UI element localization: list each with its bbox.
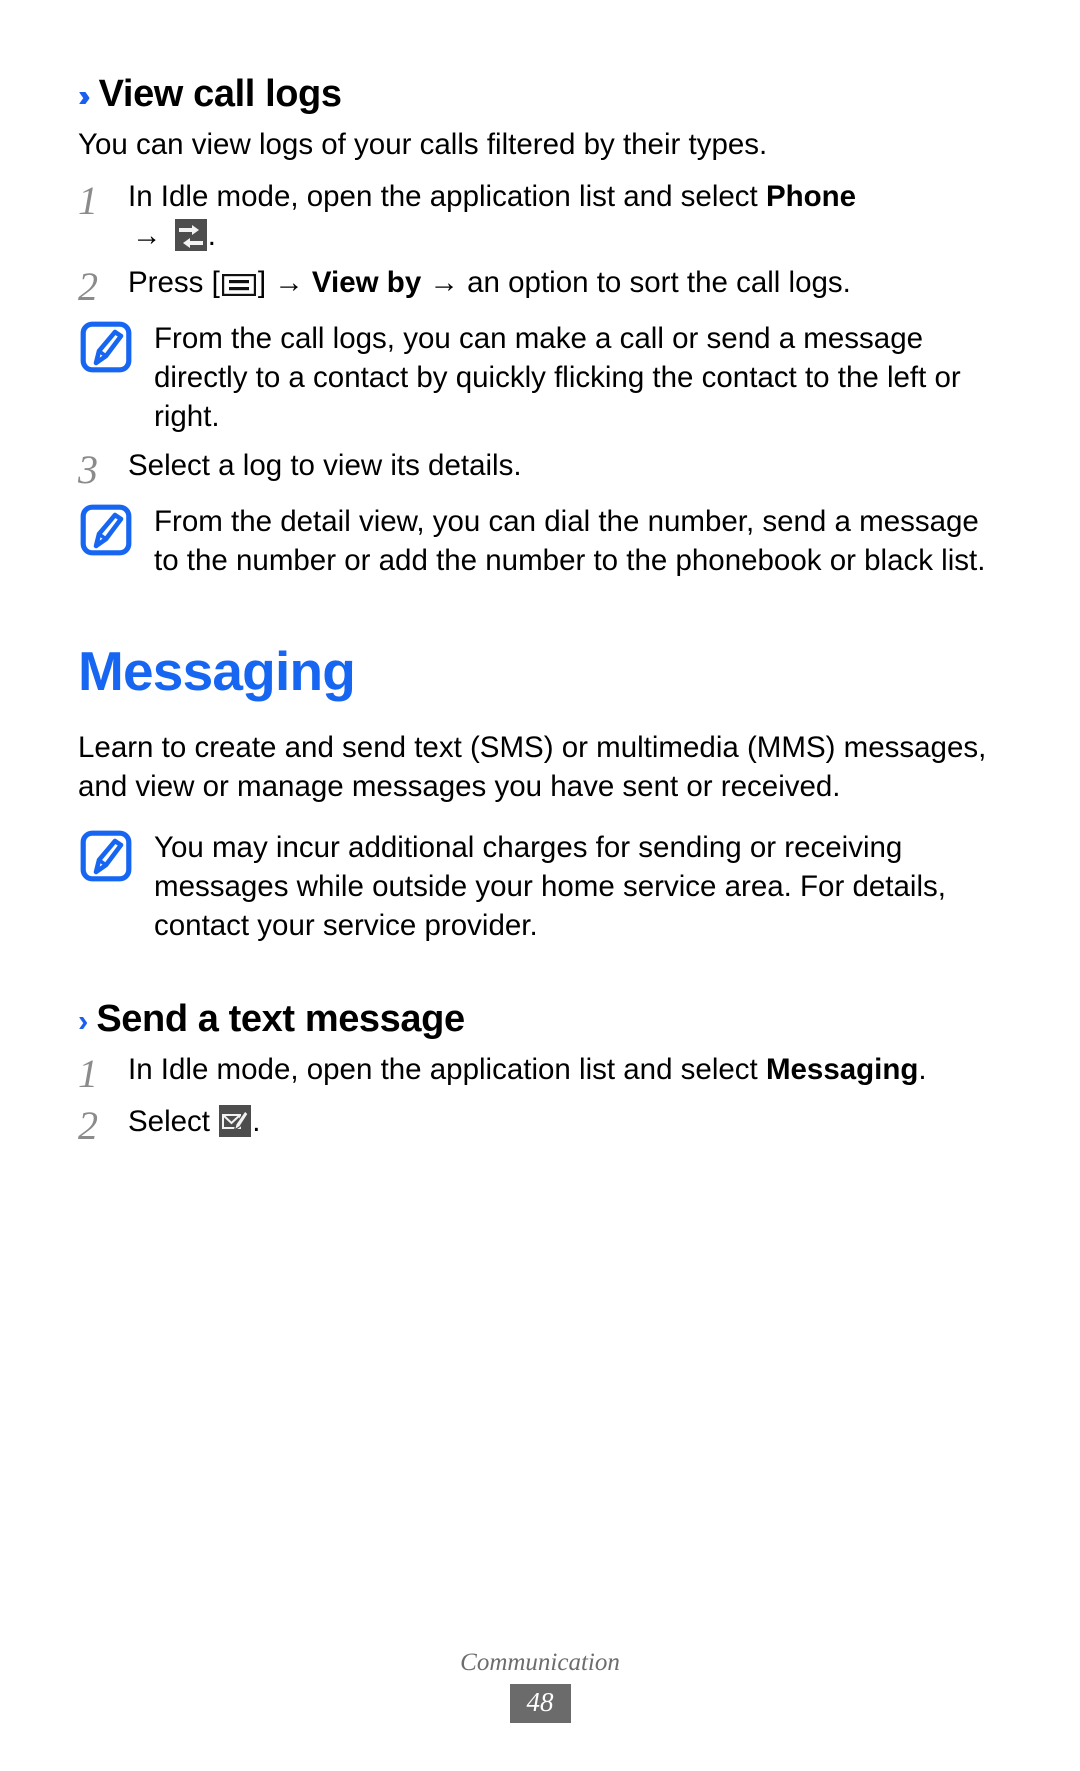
list-item-step-1: 1 In Idle mode, open the application lis… — [78, 1051, 1000, 1095]
step-text-after: . — [207, 219, 216, 253]
note-box: You may incur additional charges for sen… — [78, 827, 1000, 946]
step-text-after: . — [918, 1052, 927, 1086]
step-number: 1 — [78, 178, 98, 224]
step-number: 2 — [78, 264, 98, 310]
step-number: 2 — [78, 1102, 98, 1148]
page-title-messaging: Messaging — [78, 639, 356, 702]
section-heading-label: Send a text message — [96, 997, 465, 1040]
step-text: Select . — [128, 1103, 1000, 1142]
page-number-badge: 48 — [509, 1684, 571, 1723]
step-text: Press [ ] → View by → an option to sort … — [128, 264, 1000, 303]
section-heading-view-call-logs: ›› View call logs — [78, 73, 1000, 116]
menu-key-icon — [221, 268, 257, 297]
note-pen-icon — [80, 504, 132, 556]
section-heading-send-a-text-message: › Send a text message — [78, 998, 1000, 1041]
chevron-double-right-icon: ›› — [78, 78, 90, 113]
step-text: Select a log to view its details. — [128, 449, 522, 483]
note-text: You may incur additional charges for sen… — [154, 830, 946, 942]
footer-chapter-title: Communication — [460, 1649, 620, 1677]
note-box: From the call logs, you can make a call … — [78, 318, 1000, 437]
note-pen-icon — [80, 830, 132, 882]
list-item-step-1: 1 In Idle mode, open the application lis… — [78, 178, 1000, 256]
step-text-after: . — [252, 1104, 261, 1138]
chevron-right-icon: › — [78, 1002, 90, 1038]
step-text-post: → an option to sort the call logs. — [421, 266, 851, 300]
step-text: In Idle mode, open the application list … — [128, 178, 1000, 256]
step-bold-term: Messaging — [765, 1052, 919, 1086]
note-text: From the call logs, you can make a call … — [154, 322, 961, 434]
step-text-before: In Idle mode, open the application list … — [128, 1052, 766, 1086]
list-item-step-2: 2 Select . — [78, 1103, 1000, 1147]
step-text-pre: Press [ — [128, 266, 220, 300]
step-bold-term: Phone — [765, 180, 857, 214]
compose-message-icon — [219, 1104, 252, 1137]
step-text: In Idle mode, open the application list … — [128, 1051, 1000, 1090]
manual-page: ›› View call logs You can view logs of y… — [0, 0, 1080, 1771]
arrow-right-glyph: → — [132, 219, 162, 253]
messaging-body-text: Learn to create and send text (SMS) or m… — [78, 730, 987, 803]
page-footer: Communication 48 — [0, 1649, 1080, 1723]
section-heading-label: View call logs — [98, 73, 342, 115]
step-number: 3 — [78, 447, 98, 493]
step-text-mid: ] → — [257, 266, 312, 300]
step-bold-term: View by — [311, 266, 422, 300]
call-logs-icon — [174, 219, 207, 252]
list-item-step-3: 3 Select a log to view its details. — [78, 447, 1000, 491]
note-box: From the detail view, you can dial the n… — [78, 501, 1000, 581]
step-number: 1 — [78, 1050, 98, 1096]
list-item-step-2: 2 Press [ ] → View by → an option to sor… — [78, 264, 1000, 308]
note-text: From the detail view, you can dial the n… — [154, 505, 986, 577]
step-text-before: Select — [128, 1104, 219, 1138]
step-text-before: In Idle mode, open the application list … — [128, 180, 766, 214]
section-intro-text: You can view logs of your calls filtered… — [78, 128, 768, 161]
note-pen-icon — [80, 321, 132, 373]
